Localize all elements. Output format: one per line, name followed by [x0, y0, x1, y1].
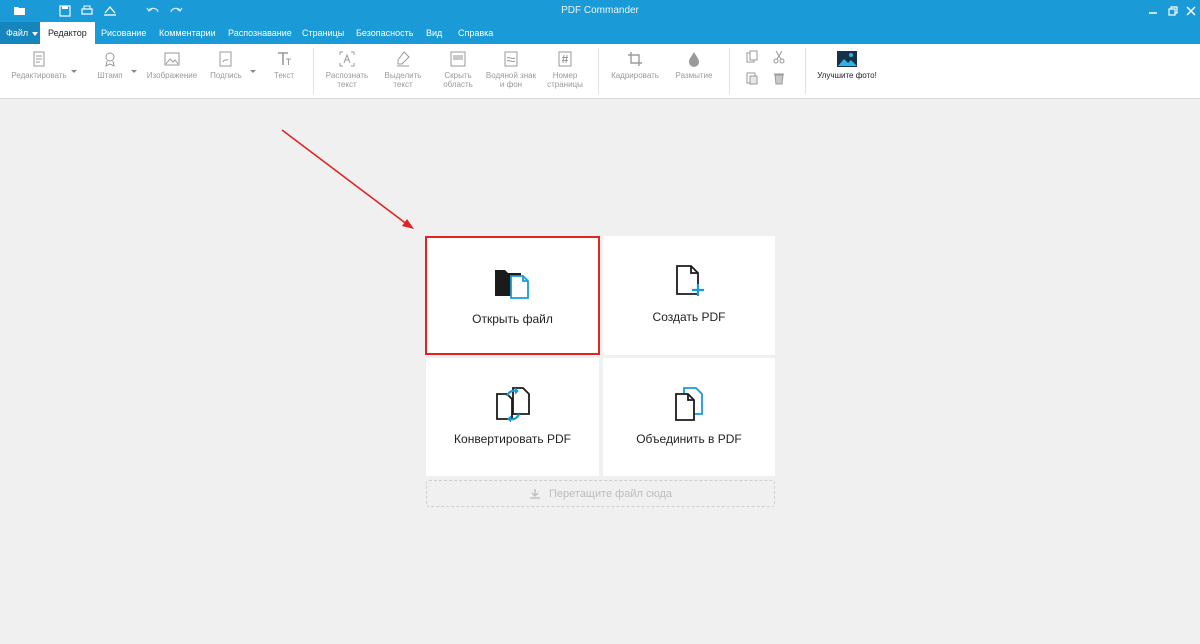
folder-file-icon [494, 270, 529, 299]
new-file-plus-icon [676, 265, 704, 296]
merge-files-icon [675, 387, 703, 421]
drop-zone-label: Перетащите файл сюда [548, 488, 673, 500]
merge-pdf-label: Объединить в PDF [636, 432, 742, 446]
annotation-arrow [281, 129, 414, 229]
drop-zone[interactable]: Перетащите файл сюда [426, 480, 775, 507]
create-pdf-label: Создать PDF [652, 310, 726, 324]
download-arrow-icon [529, 489, 540, 499]
convert-pdf-label: Конвертировать PDF [454, 432, 571, 446]
convert-arrows-icon [495, 387, 530, 422]
open-file-card[interactable]: Открыть файл [425, 236, 600, 355]
create-pdf-card[interactable]: Создать PDF [603, 236, 775, 355]
convert-pdf-card[interactable]: Конвертировать PDF [426, 358, 599, 476]
merge-pdf-card[interactable]: Объединить в PDF [603, 358, 775, 476]
open-file-label: Открыть файл [472, 312, 553, 326]
